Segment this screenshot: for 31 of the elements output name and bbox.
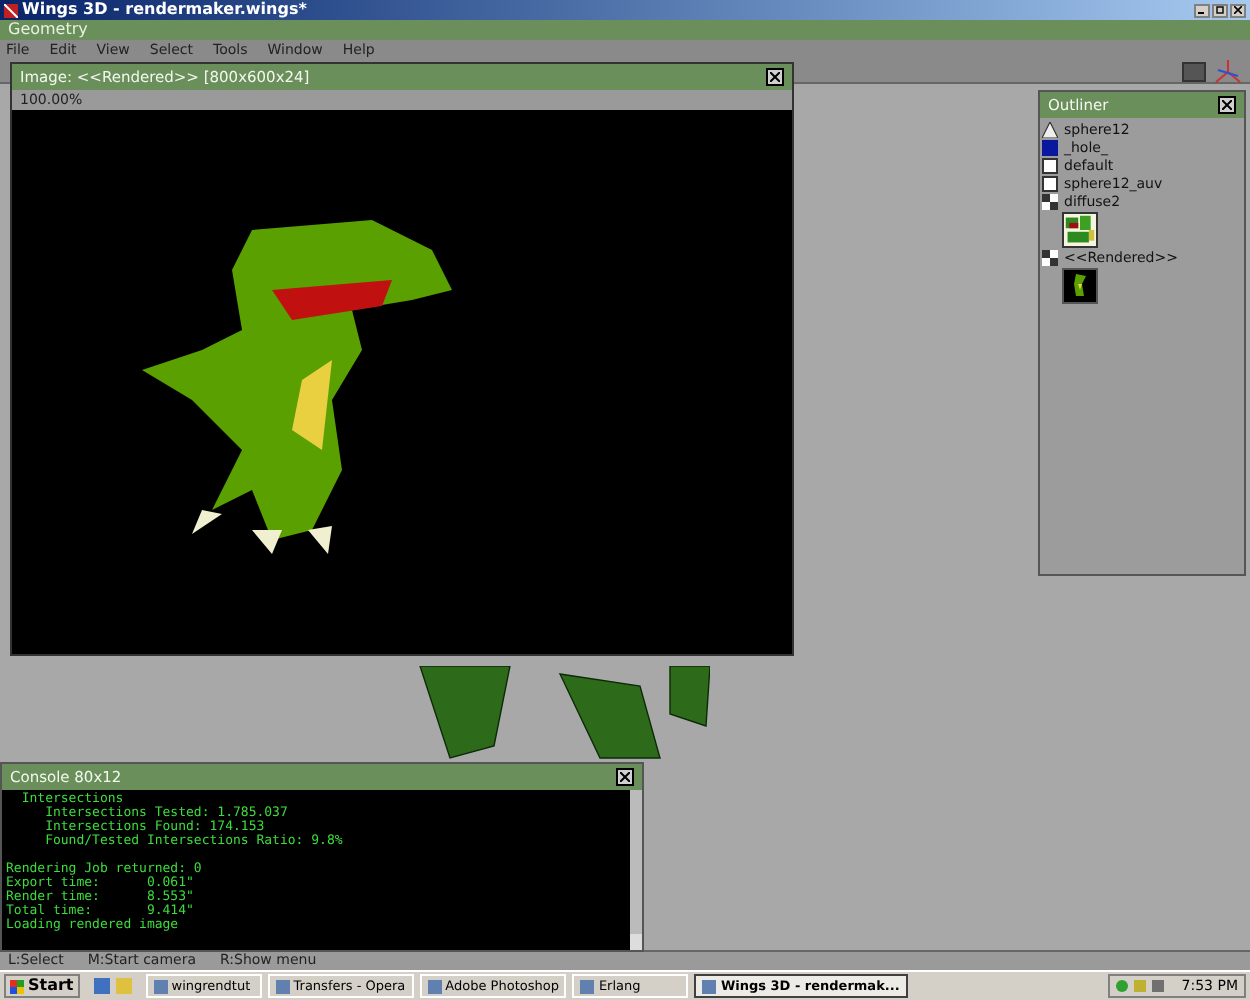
triangle-icon — [1042, 122, 1058, 138]
close-icon — [770, 72, 780, 82]
app-icon — [580, 979, 595, 993]
windows-logo-icon — [10, 979, 24, 993]
close-button[interactable] — [616, 768, 634, 786]
app-icon — [427, 979, 442, 993]
minimize-icon — [1198, 6, 1206, 14]
maximize-button[interactable] — [1212, 3, 1228, 17]
render-thumbnail — [1062, 268, 1098, 304]
app-icon — [153, 979, 168, 993]
image-icon — [1042, 194, 1058, 210]
maximize-icon — [1216, 6, 1224, 14]
close-icon — [1222, 100, 1232, 110]
app-icon — [4, 3, 18, 17]
close-button[interactable] — [1218, 96, 1236, 114]
minimize-button[interactable] — [1194, 3, 1210, 17]
texture-thumbnail — [1062, 212, 1098, 248]
shaded-mode-icon — [1182, 61, 1206, 81]
app-icon — [702, 979, 717, 993]
start-button[interactable]: Start — [4, 974, 80, 998]
scroll-bar[interactable] — [630, 790, 642, 950]
tray-icon[interactable] — [1151, 980, 1164, 992]
app-icon — [275, 979, 290, 993]
image-icon — [1042, 250, 1058, 266]
close-button[interactable] — [766, 68, 784, 86]
geometry-title: Geometry — [8, 22, 88, 38]
close-icon — [1234, 6, 1242, 14]
window-title: Wings 3D - rendermaker.wings* — [22, 2, 307, 18]
axes-icon — [1214, 59, 1242, 83]
close-icon — [620, 772, 630, 782]
close-button[interactable] — [1230, 3, 1246, 17]
